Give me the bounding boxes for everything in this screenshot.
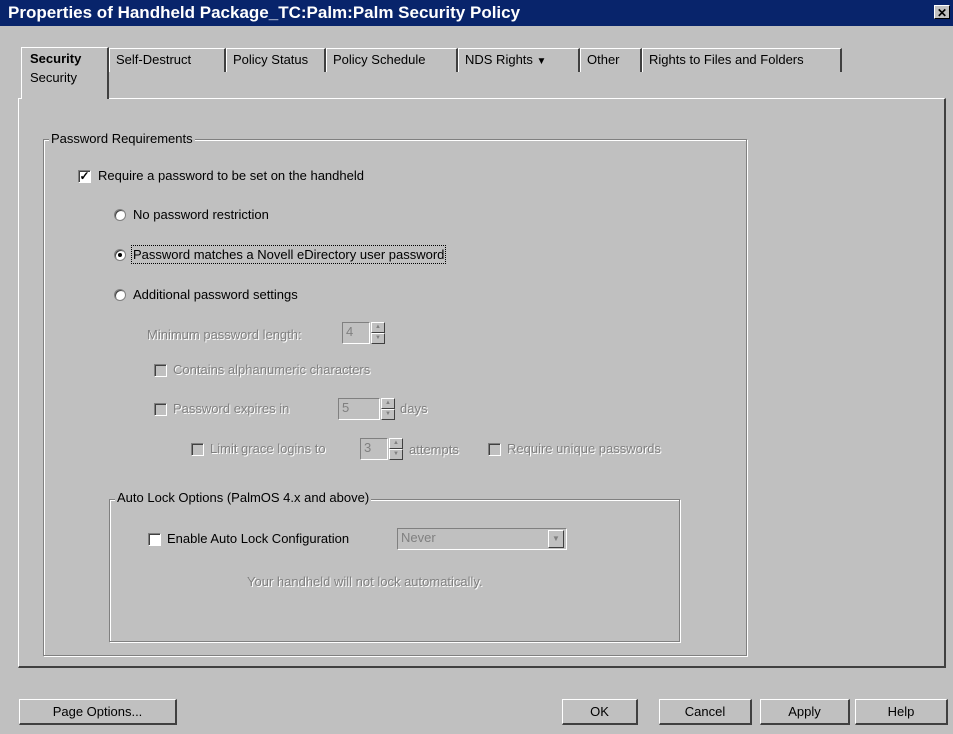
tab-security-subtab: Security <box>30 70 77 85</box>
no-restriction-radio[interactable] <box>114 209 126 221</box>
min-length-spinner[interactable]: ▲ ▼ <box>371 322 385 344</box>
edirectory-password-label: Password matches a Novell eDirectory use… <box>130 245 447 264</box>
tab-security[interactable]: Security Security <box>21 47 109 99</box>
grace-logins-input[interactable]: 3 <box>360 438 388 460</box>
edirectory-password-radio[interactable] <box>114 249 126 261</box>
auto-lock-status: Your handheld will not lock automaticall… <box>247 574 483 589</box>
chevron-down-icon[interactable]: ▼ <box>548 530 564 548</box>
tab-policy-status[interactable]: Policy Status <box>226 48 326 72</box>
additional-settings-radio[interactable] <box>114 289 126 301</box>
auto-lock-select-value: Never <box>401 530 436 545</box>
spin-up-icon: ▲ <box>389 438 403 449</box>
grace-logins-unit: attempts <box>409 442 459 457</box>
enable-auto-lock-checkbox[interactable] <box>148 533 161 546</box>
auto-lock-select[interactable]: Never <box>397 528 567 550</box>
tab-policy-schedule-label: Policy Schedule <box>333 52 426 67</box>
grace-logins-label: Limit grace logins to <box>210 441 326 456</box>
tab-rights-files-folders[interactable]: Rights to Files and Folders <box>642 48 842 72</box>
tab-other[interactable]: Other <box>580 48 642 72</box>
tab-rights-files-folders-label: Rights to Files and Folders <box>649 52 804 67</box>
alphanumeric-label: Contains alphanumeric characters <box>173 362 371 377</box>
tab-other-label: Other <box>587 52 620 67</box>
auto-lock-group <box>109 499 680 642</box>
unique-passwords-label: Require unique passwords <box>507 441 661 456</box>
require-password-checkbox[interactable]: ✓ <box>78 170 91 183</box>
tab-policy-status-label: Policy Status <box>233 52 309 67</box>
page-options-button[interactable]: Page Options... <box>19 699 177 725</box>
additional-settings-label: Additional password settings <box>133 287 298 302</box>
spin-down-icon: ▼ <box>371 333 385 344</box>
tab-security-label: Security <box>30 51 82 66</box>
enable-auto-lock-label: Enable Auto Lock Configuration <box>167 531 350 546</box>
password-requirements-legend: Password Requirements <box>49 131 195 146</box>
spin-down-icon: ▼ <box>381 409 395 420</box>
window-title: Properties of Handheld Package_TC:Palm:P… <box>8 3 521 22</box>
min-length-input[interactable]: 4 <box>342 322 370 344</box>
ok-button[interactable]: OK <box>562 699 638 725</box>
expires-spinner[interactable]: ▲ ▼ <box>381 398 395 420</box>
grace-logins-checkbox[interactable] <box>191 443 204 456</box>
min-length-label: Minimum password length: <box>147 327 302 342</box>
tab-nds-rights[interactable]: NDS Rights ▼ <box>458 48 580 72</box>
tab-self-destruct-label: Self-Destruct <box>116 52 192 67</box>
radio-dot <box>118 253 122 257</box>
auto-lock-legend: Auto Lock Options (PalmOS 4.x and above) <box>115 490 372 505</box>
chevron-down-icon: ▼ <box>536 56 547 67</box>
expires-unit: days <box>400 401 428 416</box>
spin-up-icon: ▲ <box>371 322 385 333</box>
tab-self-destruct[interactable]: Self-Destruct <box>109 48 226 72</box>
tab-nds-rights-label: NDS Rights <box>465 52 533 67</box>
close-icon: ✕ <box>936 6 948 20</box>
expires-checkbox[interactable] <box>154 403 167 416</box>
unique-passwords-checkbox[interactable] <box>488 443 501 456</box>
apply-button[interactable]: Apply <box>760 699 850 725</box>
tab-policy-schedule[interactable]: Policy Schedule <box>326 48 458 72</box>
expires-label: Password expires in <box>173 401 290 416</box>
no-restriction-label: No password restriction <box>133 207 269 222</box>
alphanumeric-checkbox[interactable] <box>154 364 167 377</box>
close-button[interactable]: ✕ <box>934 5 950 20</box>
grace-logins-spinner[interactable]: ▲ ▼ <box>389 438 403 460</box>
cancel-button[interactable]: Cancel <box>659 699 752 725</box>
spin-up-icon: ▲ <box>381 398 395 409</box>
require-password-label: Require a password to be set on the hand… <box>98 168 364 183</box>
expires-days-input[interactable]: 5 <box>338 398 380 420</box>
spin-down-icon: ▼ <box>389 449 403 460</box>
help-button[interactable]: Help <box>855 699 948 725</box>
